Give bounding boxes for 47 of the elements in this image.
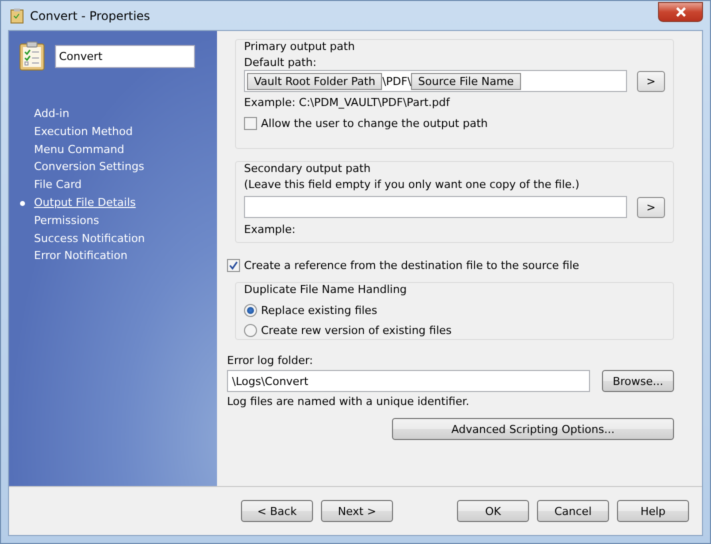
nav-link[interactable]: File Card [19,176,82,194]
close-icon [674,6,686,16]
nav-link[interactable]: Conversion Settings [19,158,144,176]
nav-link[interactable]: Output File Details [19,194,136,212]
path-field[interactable] [244,196,627,218]
radio-button[interactable] [244,324,257,337]
nav-link[interactable]: Menu Command [19,140,124,158]
note-text: Log files are named with a unique identifier. [227,395,470,408]
window-title: Convert - Properties [30,8,152,22]
nav-link[interactable]: Execution Method [19,122,133,141]
clipboard-icon [10,8,24,24]
nav-link[interactable]: Add-in [19,105,70,123]
group-title: Primary output path [244,40,356,53]
path-token[interactable]: Source File Name [411,72,521,90]
example-text: Example: C:\PDM_VAULT\PDF\Part.pdf [244,96,451,109]
field-label: Default path: [244,56,318,69]
checkbox-label: Create a reference from the destination file to the source file [244,259,580,272]
nav-link[interactable]: Error Notification [19,247,128,266]
nav-button[interactable]: < Back [241,500,313,522]
hint-text: (Leave this field empty if you only want one copy of the file.) [244,178,580,191]
advanced-options-button[interactable]: Advanced Scripting Options... [392,418,674,440]
checkbox[interactable] [244,117,257,130]
path-token[interactable]: Vault Root Folder Path [247,72,382,90]
radio-button[interactable] [244,304,257,317]
example-text: Example: [244,223,296,236]
checkbox-label: Allow the user to change the output path [261,117,488,130]
nav-button[interactable]: Next > [321,500,393,522]
dialog-button[interactable]: Cancel [537,500,609,522]
insert-button[interactable]: > [637,70,665,92]
radio-label: Replace existing files [261,304,378,317]
checkbox[interactable] [227,259,240,272]
insert-button[interactable]: > [637,196,665,218]
group-title: Duplicate File Name Handling [244,283,408,296]
close-button[interactable] [658,2,703,22]
dialog-button[interactable]: Help [617,500,689,522]
path-field[interactable]: Vault Root Folder Path \PDF\ Source File Name [244,70,627,92]
field-label: Error log folder: [227,354,314,367]
name-field[interactable]: Convert [55,44,195,68]
radio-label: Create rew version of existing files [261,324,452,337]
nav-link[interactable]: Permissions [19,212,100,230]
group-title: Secondary output path [244,162,372,175]
folder-field[interactable]: \Logs\Convert [227,370,590,392]
clipboard-icon [19,41,45,71]
browse-button[interactable]: Browse... [602,370,674,392]
dialog-button[interactable]: OK [457,500,529,522]
nav-link[interactable]: Success Notification [19,230,145,248]
path-text: \PDF\ [382,74,412,88]
